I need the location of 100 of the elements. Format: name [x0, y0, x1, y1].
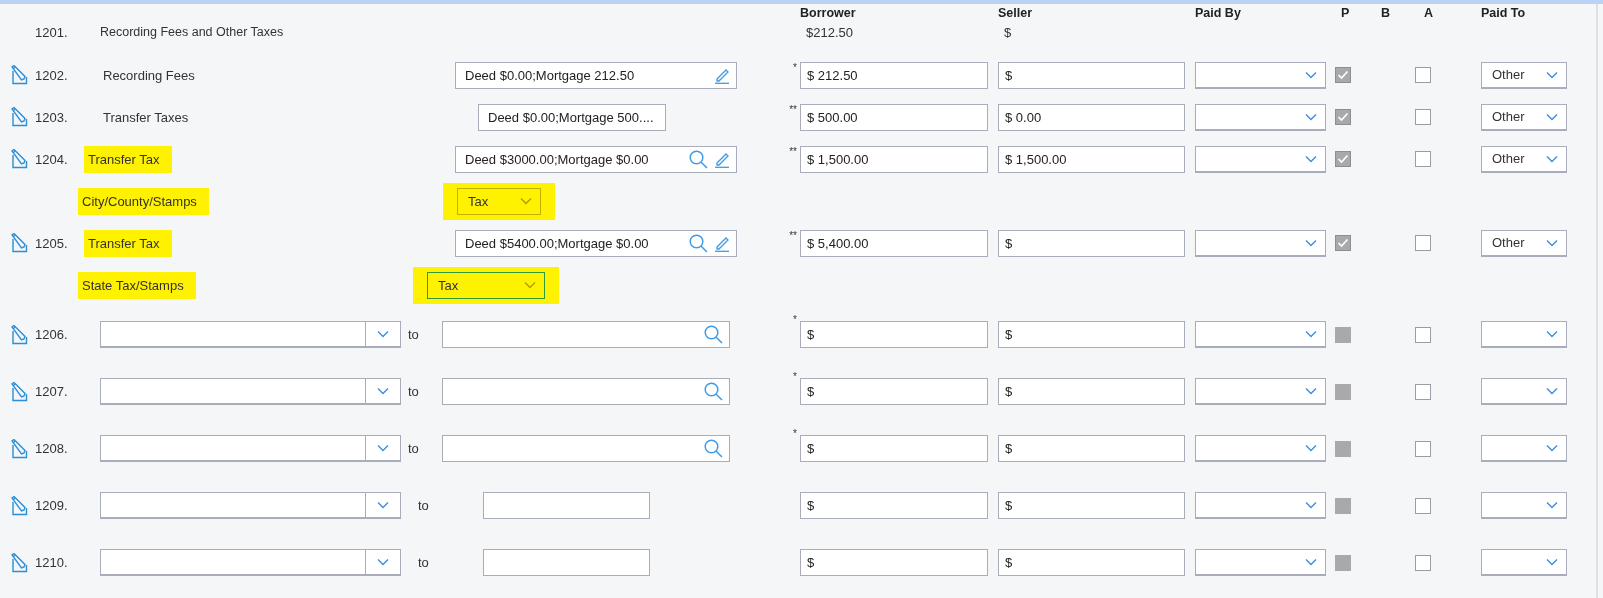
checkbox[interactable] [1415, 235, 1431, 251]
borrower-amount-field[interactable]: $ [800, 378, 988, 405]
edit-note-icon[interactable] [10, 324, 30, 345]
edit-note-icon[interactable] [10, 552, 30, 573]
chevron-icon [377, 387, 389, 395]
checkbox[interactable] [1415, 554, 1431, 571]
checkbox[interactable] [1415, 497, 1431, 514]
chevron-icon [1305, 444, 1317, 452]
chevron-icon [1546, 501, 1558, 509]
recipient-field[interactable] [442, 321, 730, 348]
fee-type-dropdown[interactable] [100, 378, 401, 405]
borrower-amount-field[interactable]: $ [800, 492, 988, 519]
edit-note-icon[interactable] [10, 438, 30, 459]
checkbox[interactable] [1415, 440, 1431, 457]
required-mark: ** [788, 146, 798, 157]
seller-amount-field[interactable]: $ [998, 549, 1185, 576]
search-icon[interactable] [689, 149, 708, 169]
seller-amount-field[interactable]: $ [998, 378, 1185, 405]
edit-note-icon[interactable] [10, 65, 30, 85]
seller-amount-field[interactable]: $ [998, 435, 1185, 462]
description-field[interactable]: Deed $0.00;Mortgage 212.50 [455, 61, 737, 89]
fee-type-dropdown[interactable] [100, 321, 401, 348]
search-icon[interactable] [704, 325, 723, 344]
fee-type-dropdown[interactable] [100, 549, 401, 576]
column-header: A [1424, 6, 1434, 20]
edit-note-icon[interactable] [10, 149, 30, 169]
fee-type-dropdown[interactable] [100, 435, 401, 462]
type-dropdown[interactable]: Tax [427, 271, 545, 299]
paid-by-dropdown[interactable] [1195, 321, 1326, 348]
seller-amount-field[interactable]: $ [998, 321, 1185, 348]
to-label: to [418, 555, 430, 570]
line-number: 1209. [35, 498, 69, 513]
paid-by-dropdown[interactable] [1195, 492, 1326, 519]
line-number: 1206. [35, 327, 69, 342]
recipient-field[interactable] [442, 378, 730, 405]
type-dropdown[interactable]: Tax [457, 187, 541, 215]
column-header: B [1381, 6, 1391, 20]
seller-amount-field[interactable]: $ [998, 61, 1185, 89]
paid-to-dropdown[interactable]: Other [1481, 61, 1567, 89]
checkbox[interactable] [1415, 151, 1431, 167]
required-mark: ** [788, 230, 798, 241]
chevron-icon [1546, 154, 1558, 163]
borrower-amount-field[interactable]: $ 1,500.00 [800, 145, 988, 173]
checkbox[interactable] [1415, 383, 1431, 400]
paid-by-dropdown[interactable] [1195, 435, 1326, 462]
line-number: 1201. [35, 24, 69, 40]
chevron-icon [1305, 501, 1317, 509]
borrower-amount-field[interactable]: $ [800, 435, 988, 462]
paid-to-dropdown[interactable]: Other [1481, 145, 1567, 173]
required-mark: ** [788, 104, 798, 115]
edit-note-icon[interactable] [10, 233, 30, 253]
paid-to-dropdown[interactable] [1481, 321, 1567, 348]
edit-note-icon[interactable] [10, 107, 30, 127]
chevron-icon [1305, 238, 1317, 247]
paid-by-dropdown[interactable] [1195, 549, 1326, 576]
paid-to-dropdown[interactable] [1481, 378, 1567, 405]
borrower-amount-field[interactable]: $ [800, 321, 988, 348]
paid-by-dropdown[interactable] [1195, 61, 1326, 89]
paid-to-dropdown[interactable]: Other [1481, 229, 1567, 257]
description-field[interactable]: Deed $5400.00;Mortgage $0.00 [455, 229, 737, 257]
paid-to-dropdown[interactable] [1481, 435, 1567, 462]
chevron-icon [1546, 330, 1558, 338]
chevron-icon [377, 501, 389, 509]
search-icon[interactable] [704, 382, 723, 401]
borrower-amount-field[interactable]: $ 5,400.00 [800, 229, 988, 257]
description-field[interactable]: Deed $0.00;Mortgage 500.... [478, 103, 666, 131]
search-icon[interactable] [704, 439, 723, 458]
seller-amount-field[interactable]: $ 1,500.00 [998, 145, 1185, 173]
edit-note-icon[interactable] [10, 495, 30, 516]
borrower-amount-field[interactable]: $ 500.00 [800, 103, 988, 131]
paid-by-dropdown[interactable] [1195, 145, 1326, 173]
to-label: to [408, 441, 420, 456]
seller-amount-field[interactable]: $ [998, 229, 1185, 257]
chevron-icon [520, 197, 532, 205]
to-label: to [418, 498, 430, 513]
checkbox[interactable] [1415, 67, 1431, 83]
chevron-icon [377, 558, 389, 566]
checkbox[interactable] [1415, 326, 1431, 343]
paid-by-dropdown[interactable] [1195, 378, 1326, 405]
paid-to-dropdown[interactable] [1481, 492, 1567, 519]
fee-type-dropdown[interactable] [100, 492, 401, 519]
required-mark: * [792, 371, 798, 382]
borrower-amount-field[interactable]: $ 212.50 [800, 61, 988, 89]
column-header: Paid To [1481, 6, 1526, 20]
to-label: to [408, 327, 420, 342]
chevron-icon [1546, 558, 1558, 566]
paid-to-dropdown[interactable] [1481, 549, 1567, 576]
paid-by-dropdown[interactable] [1195, 103, 1326, 131]
checkbox[interactable] [1415, 109, 1431, 125]
borrower-amount-field[interactable]: $ [800, 549, 988, 576]
paid-to-dropdown[interactable]: Other [1481, 103, 1567, 131]
description-field[interactable]: Deed $3000.00;Mortgage $0.00 [455, 145, 737, 173]
paid-by-dropdown[interactable] [1195, 229, 1326, 257]
recipient-field[interactable] [442, 435, 730, 462]
seller-amount-field[interactable]: $ [998, 492, 1185, 519]
edit-note-icon[interactable] [10, 381, 30, 402]
recipient-field[interactable] [483, 492, 650, 519]
search-icon[interactable] [689, 233, 708, 253]
seller-amount-field[interactable]: $ 0.00 [998, 103, 1185, 131]
recipient-field[interactable] [483, 549, 650, 576]
